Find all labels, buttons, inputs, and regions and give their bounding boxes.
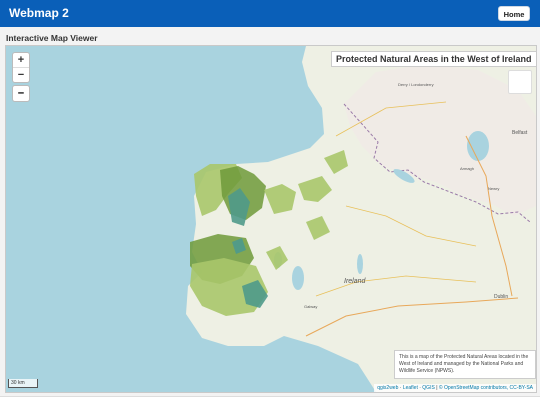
leaflet-link[interactable]: Leaflet <box>403 385 418 391</box>
label-newry: Newry <box>488 186 500 191</box>
lough-neagh <box>467 131 489 161</box>
top-navbar: Webmap 2 Home <box>0 0 540 27</box>
basemap[interactable] <box>6 46 536 392</box>
home-button[interactable]: Home <box>498 6 530 21</box>
measure-button[interactable]: ━ <box>12 85 30 102</box>
qgis-link[interactable]: QGIS <box>422 385 435 391</box>
osm-link[interactable]: © OpenStreetMap contributors, CC-BY-SA <box>439 385 533 391</box>
zoom-out-button[interactable]: − <box>13 68 29 82</box>
scale-bar: 30 km <box>8 379 38 388</box>
zoom-control: + − <box>12 52 30 83</box>
brand-title[interactable]: Webmap 2 <box>9 6 69 20</box>
label-armagh: Armagh <box>460 166 475 171</box>
qgis2web-link[interactable]: qgis2web <box>377 385 398 391</box>
map-viewer[interactable]: Ireland Belfast Dublin Derry / Londonder… <box>5 45 537 393</box>
zoom-in-button[interactable]: + <box>13 53 29 68</box>
label-dublin: Dublin <box>494 294 509 300</box>
page-heading: Interactive Map Viewer <box>6 33 98 43</box>
layer-switcher[interactable] <box>508 70 532 94</box>
label-derry: Derry / Londonderry <box>398 82 434 87</box>
attribution: qgis2web · Leaflet · QGIS | © OpenStreet… <box>374 384 536 392</box>
lough-corrib <box>292 266 304 290</box>
label-ireland: Ireland <box>344 278 366 285</box>
lough-ree <box>357 254 363 274</box>
label-galway: Galway <box>304 304 318 309</box>
map-title: Protected Natural Areas in the West of I… <box>331 51 536 67</box>
map-description: This is a map of the Protected Natural A… <box>394 350 536 379</box>
ruler-icon: ━ <box>18 88 24 98</box>
label-belfast: Belfast <box>512 130 528 136</box>
